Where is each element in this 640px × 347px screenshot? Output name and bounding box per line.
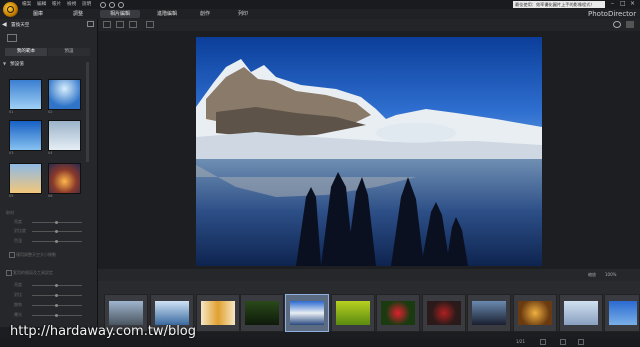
circle-icon[interactable] xyxy=(100,2,106,8)
tab-photo-edit[interactable]: 相片編輯 xyxy=(100,10,140,18)
slider-knob[interactable] xyxy=(55,230,58,233)
view-grid-icon[interactable] xyxy=(116,21,124,28)
slider-knob[interactable] xyxy=(55,284,58,287)
panel-scrollbar[interactable] xyxy=(86,62,89,162)
menu-help[interactable]: 說明 xyxy=(82,1,91,7)
sky-template-thumb[interactable] xyxy=(9,120,42,151)
minimize-button[interactable]: – xyxy=(611,0,614,7)
view-compare-icon[interactable] xyxy=(129,21,137,28)
slider-knob[interactable] xyxy=(55,314,58,317)
tab-advanced-edit[interactable]: 進階編輯 xyxy=(147,10,187,18)
group-title: 套用的格局及工具設定 xyxy=(13,270,53,275)
slider-label: 亮度 xyxy=(14,219,22,224)
sky-template-thumb[interactable] xyxy=(48,120,81,151)
slider-knob[interactable] xyxy=(55,294,58,297)
sky-template-thumb[interactable] xyxy=(9,163,42,194)
tab-default-templates[interactable]: 預設 xyxy=(48,48,90,56)
notification-banner[interactable]: 最佳使用：效率優化圖片上手的影像程式！ xyxy=(513,1,605,8)
group-checkbox[interactable] xyxy=(6,270,12,276)
circle-icon[interactable] xyxy=(118,2,124,8)
hand-tool-icon[interactable] xyxy=(626,21,634,28)
photo-count: 1/21 xyxy=(516,339,525,344)
brand-name: PhotoDirector xyxy=(588,10,637,18)
back-arrow-icon[interactable]: ◀ xyxy=(2,21,7,28)
zoom-icon[interactable] xyxy=(613,21,621,28)
film-thumb[interactable] xyxy=(604,294,640,332)
menu-view[interactable]: 檢視 xyxy=(67,1,76,7)
film-thumb[interactable] xyxy=(240,294,284,332)
thumb-label: 03 xyxy=(9,151,14,155)
zoom-value[interactable]: 100% xyxy=(605,272,616,277)
view-mode-icon[interactable] xyxy=(560,339,566,345)
thumb-label: 05 xyxy=(9,194,14,198)
film-thumb[interactable] xyxy=(467,294,511,332)
view-toolbar xyxy=(98,19,640,31)
menu-edit[interactable]: 編輯 xyxy=(37,1,46,7)
thumb-label: 01 xyxy=(9,110,14,114)
option-checkbox[interactable] xyxy=(9,252,15,258)
maximize-button[interactable]: □ xyxy=(620,0,626,7)
slider-label: 亮度 xyxy=(14,282,22,287)
sky-template-thumb[interactable] xyxy=(9,79,42,110)
slider-knob[interactable] xyxy=(55,240,58,243)
main-photo[interactable] xyxy=(196,37,542,266)
tab-print[interactable]: 列印 xyxy=(231,10,255,18)
tab-create[interactable]: 創作 xyxy=(193,10,217,18)
panel-expand-icon[interactable] xyxy=(87,21,94,27)
film-thumb[interactable] xyxy=(559,294,603,332)
checkbox-label: 僅用調整天空大小移動 xyxy=(16,252,56,257)
view-single-icon[interactable] xyxy=(103,21,111,28)
tab-my-templates[interactable]: 我的範本 xyxy=(5,48,47,56)
circle-icon[interactable] xyxy=(109,2,115,8)
zoom-label: 縮放 xyxy=(588,272,596,277)
film-thumb-selected[interactable] xyxy=(285,294,329,332)
sky-tool-icon[interactable] xyxy=(7,34,17,42)
slider-knob[interactable] xyxy=(55,221,58,224)
tab-library[interactable]: 圖庫 xyxy=(26,10,50,18)
panel-title: 置換天空 xyxy=(11,23,30,28)
thumb-label: 04 xyxy=(48,151,53,155)
film-thumb[interactable] xyxy=(331,294,375,332)
view-mode-icon[interactable] xyxy=(578,339,584,345)
slider-knob[interactable] xyxy=(55,304,58,307)
collapse-icon[interactable]: ▼ xyxy=(3,61,6,66)
film-thumb[interactable] xyxy=(422,294,466,332)
slider-label: 取材 xyxy=(6,210,14,215)
close-button[interactable]: × xyxy=(630,0,635,7)
watermark-text: http://hardaway.com.tw/blog xyxy=(10,324,197,339)
thumb-label: 06 xyxy=(48,194,53,198)
tab-adjust[interactable]: 調整 xyxy=(66,10,90,18)
slider-label: 色溫 xyxy=(14,238,22,243)
film-thumb[interactable] xyxy=(376,294,420,332)
landscape-image xyxy=(196,37,542,266)
sky-template-thumb[interactable] xyxy=(48,79,81,110)
slider-label: 對比 xyxy=(14,292,22,297)
filmstrip-toolbar xyxy=(98,269,640,281)
film-thumb[interactable] xyxy=(513,294,557,332)
slider-label: 對比度 xyxy=(14,228,26,233)
menu-album[interactable]: 帳片 xyxy=(52,1,61,7)
app-logo-icon xyxy=(3,2,18,17)
section-title: 預設值 xyxy=(10,62,24,67)
thumb-label: 02 xyxy=(48,110,53,114)
film-thumb[interactable] xyxy=(196,294,240,332)
fullscreen-icon[interactable] xyxy=(146,21,154,28)
menu-file[interactable]: 檔案 xyxy=(22,1,31,7)
sky-template-thumb[interactable] xyxy=(48,163,81,194)
view-mode-icon[interactable] xyxy=(540,339,546,345)
slider-label: 飽和 xyxy=(14,302,22,307)
slider-label: 曝光 xyxy=(14,312,22,317)
